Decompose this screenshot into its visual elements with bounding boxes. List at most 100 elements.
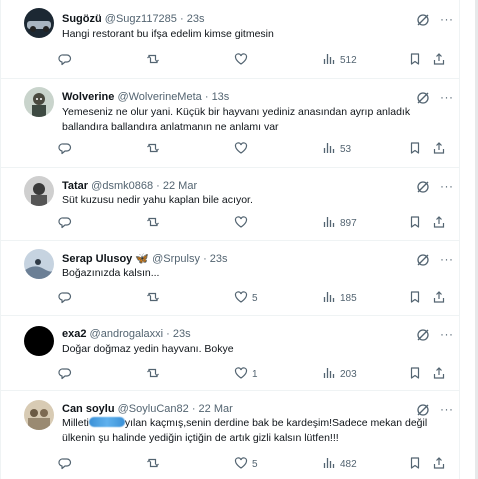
butterfly-emoji: 🦋: [135, 253, 150, 265]
more-icon[interactable]: ···: [440, 328, 454, 342]
like-button[interactable]: [234, 215, 252, 231]
handle[interactable]: @Srpulsy: [152, 253, 200, 265]
separator-dot: ·: [203, 253, 207, 265]
bookmark-icon: [408, 141, 422, 158]
text-prefix: Milleti: [62, 417, 89, 429]
views-button[interactable]: 512: [322, 52, 357, 68]
tweet-actions: 1 203: [58, 366, 445, 382]
heart-icon: [234, 456, 248, 473]
tweet-actions: 512: [58, 52, 445, 68]
timestamp[interactable]: 23s: [173, 328, 191, 340]
reply-button[interactable]: [58, 52, 76, 68]
retweet-button[interactable]: [146, 141, 164, 157]
avatar[interactable]: [24, 8, 54, 38]
bookmark-button[interactable]: [408, 366, 422, 382]
like-button[interactable]: 1: [234, 366, 258, 382]
avatar[interactable]: [24, 176, 54, 206]
bookmark-button[interactable]: [408, 456, 422, 472]
retweet-button[interactable]: [146, 366, 164, 382]
avatar[interactable]: [24, 87, 54, 117]
views-button[interactable]: 203: [322, 366, 357, 382]
display-name[interactable]: Can soylu: [62, 403, 115, 415]
heart-icon: [234, 290, 248, 307]
tweet[interactable]: Serap Ulusoy 🦋 @Srpulsy · 23s ··· Boğazı…: [0, 241, 460, 315]
retweet-button[interactable]: [146, 52, 164, 68]
share-icon: [432, 215, 446, 232]
avatar[interactable]: [24, 400, 54, 430]
grok-icon[interactable]: [416, 13, 430, 27]
timestamp[interactable]: 13s: [212, 91, 230, 103]
share-icon: [432, 290, 446, 307]
bookmark-button[interactable]: [408, 141, 422, 157]
views-button[interactable]: 482: [322, 456, 357, 472]
more-icon[interactable]: ···: [440, 180, 454, 194]
grok-icon[interactable]: [416, 91, 430, 105]
share-button[interactable]: [432, 366, 446, 382]
more-icon[interactable]: ···: [440, 253, 454, 267]
share-button[interactable]: [432, 52, 446, 68]
grok-icon[interactable]: [416, 180, 430, 194]
reply-button[interactable]: [58, 141, 76, 157]
like-count: 1: [252, 368, 258, 380]
tweet-header: exa2 @androgalaxxi · 23s: [62, 327, 191, 341]
display-name[interactable]: exa2: [62, 328, 86, 340]
display-name[interactable]: Wolverine: [62, 91, 114, 103]
grok-icon[interactable]: [416, 403, 430, 417]
views-icon: [322, 52, 336, 69]
avatar[interactable]: [24, 249, 54, 279]
like-button[interactable]: 5: [234, 456, 258, 472]
timestamp[interactable]: 23s: [187, 13, 205, 25]
separator-dot: ·: [166, 328, 170, 340]
reply-button[interactable]: [58, 366, 76, 382]
like-button[interactable]: 5: [234, 290, 258, 306]
grok-icon[interactable]: [416, 253, 430, 267]
reply-button[interactable]: [58, 290, 76, 306]
tweet-actions: 53: [58, 141, 445, 157]
share-button[interactable]: [432, 141, 446, 157]
reply-button[interactable]: [58, 456, 76, 472]
bookmark-button[interactable]: [408, 215, 422, 231]
views-button[interactable]: 185: [322, 290, 357, 306]
display-name[interactable]: Serap Ulusoy: [62, 253, 132, 265]
handle[interactable]: @dsmk0868: [91, 180, 153, 192]
views-count: 185: [340, 292, 357, 304]
reply-button[interactable]: [58, 215, 76, 231]
redaction-scribble: [88, 417, 125, 427]
like-button[interactable]: [234, 52, 252, 68]
bookmark-button[interactable]: [408, 52, 422, 68]
handle[interactable]: @androgalaxxi: [90, 328, 164, 340]
views-icon: [322, 456, 336, 473]
handle[interactable]: @SoyluCan82: [118, 403, 189, 415]
tweet[interactable]: Sugözü @Sugz117285 · 23s ··· Hangi resto…: [0, 0, 460, 78]
more-icon[interactable]: ···: [440, 403, 454, 417]
retweet-button[interactable]: [146, 456, 164, 472]
views-button[interactable]: 897: [322, 215, 357, 231]
views-button[interactable]: 53: [322, 141, 351, 157]
views-count: 512: [340, 54, 357, 66]
timestamp[interactable]: 23s: [210, 253, 228, 265]
like-button[interactable]: [234, 141, 252, 157]
more-icon[interactable]: ···: [440, 13, 454, 27]
grok-icon[interactable]: [416, 328, 430, 342]
bookmark-icon: [408, 215, 422, 232]
handle[interactable]: @WolverineMeta: [117, 91, 201, 103]
bookmark-button[interactable]: [408, 290, 422, 306]
tweet[interactable]: Can soylu @SoyluCan82 · 22 Mar ··· Mille…: [0, 391, 460, 479]
avatar[interactable]: [24, 326, 54, 356]
timestamp[interactable]: 22 Mar: [199, 403, 233, 415]
share-button[interactable]: [432, 290, 446, 306]
handle[interactable]: @Sugz117285: [105, 13, 177, 25]
retweet-button[interactable]: [146, 290, 164, 306]
tweet[interactable]: exa2 @androgalaxxi · 23s ··· Doğar doğma…: [0, 316, 460, 390]
tweet[interactable]: Tatar @dsmk0868 · 22 Mar ··· Süt kuzusu …: [0, 168, 460, 240]
tweet[interactable]: Wolverine @WolverineMeta · 13s ··· Yemes…: [0, 79, 460, 167]
display-name[interactable]: Sugözü: [62, 13, 102, 25]
retweet-button[interactable]: [146, 215, 164, 231]
views-count: 203: [340, 368, 357, 380]
timestamp[interactable]: 22 Mar: [163, 180, 197, 192]
retweet-icon: [146, 290, 160, 307]
share-button[interactable]: [432, 215, 446, 231]
more-icon[interactable]: ···: [440, 91, 454, 105]
display-name[interactable]: Tatar: [62, 180, 88, 192]
share-button[interactable]: [432, 456, 446, 472]
